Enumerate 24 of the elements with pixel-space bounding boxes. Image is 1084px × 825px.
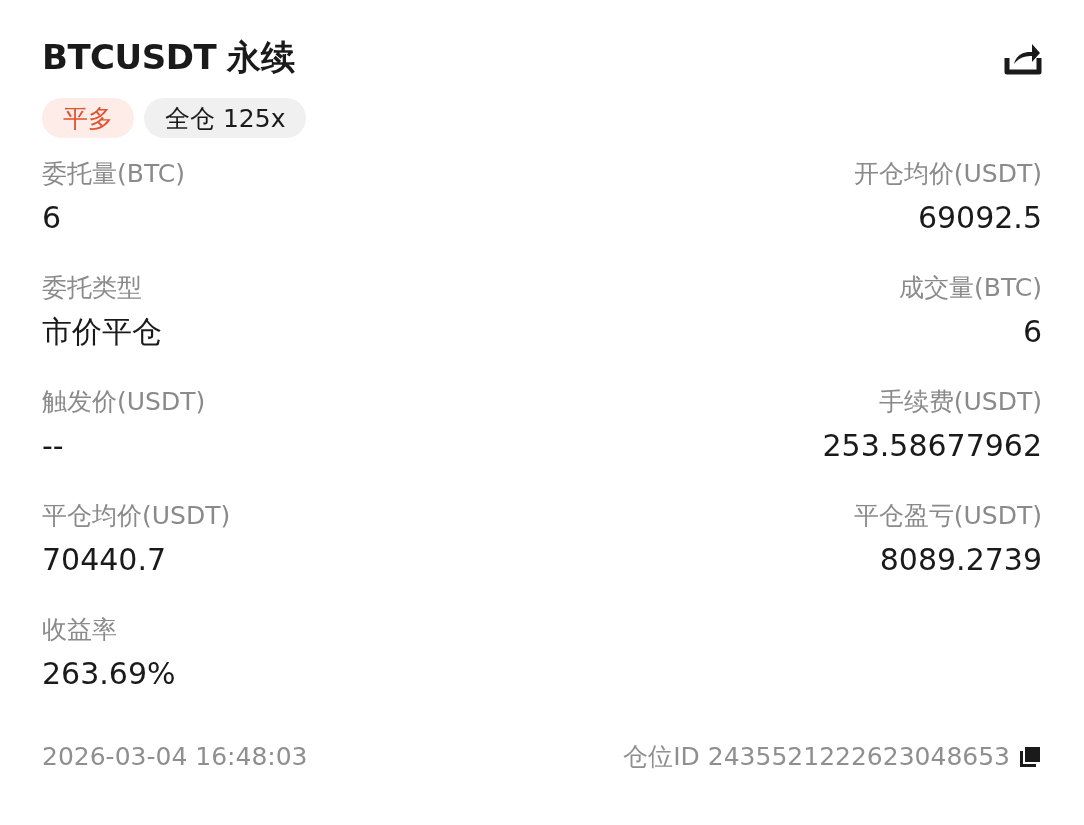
field-value: 263.69% (42, 655, 176, 693)
field-label: 手续费(USDT) (878, 386, 1042, 418)
field-value: 69092.5 (917, 199, 1042, 237)
field-value: 8089.2739 (879, 541, 1042, 579)
field-label: 委托类型 (42, 272, 142, 304)
field-label: 平仓盈亏(USDT) (853, 500, 1042, 532)
field-label: 触发价(USDT) (42, 386, 206, 418)
field-value: 6 (1022, 313, 1042, 351)
field-label: 委托量(BTC) (42, 158, 185, 190)
order-time: 2026-03-04 16:48:03 (42, 742, 308, 771)
field-label: 成交量(BTC) (899, 272, 1042, 304)
field-label: 开仓均价(USDT) (853, 158, 1042, 190)
position-id: 仓位ID 2435521222623048653 (623, 741, 1010, 773)
margin-tag: 全仓 125x (144, 98, 307, 138)
field-label: 收益率 (42, 614, 117, 646)
contract-title: BTCUSDT 永续 (42, 36, 295, 79)
field-value: -- (42, 427, 64, 465)
field-label: 平仓均价(USDT) (42, 500, 231, 532)
field-value: 市价平仓 (42, 313, 162, 351)
field-value: 70440.7 (42, 541, 167, 579)
field-value: 253.58677962 (822, 427, 1042, 465)
copy-icon[interactable] (1018, 744, 1042, 769)
side-tag: 平多 (42, 98, 134, 138)
field-value: 6 (42, 199, 62, 237)
